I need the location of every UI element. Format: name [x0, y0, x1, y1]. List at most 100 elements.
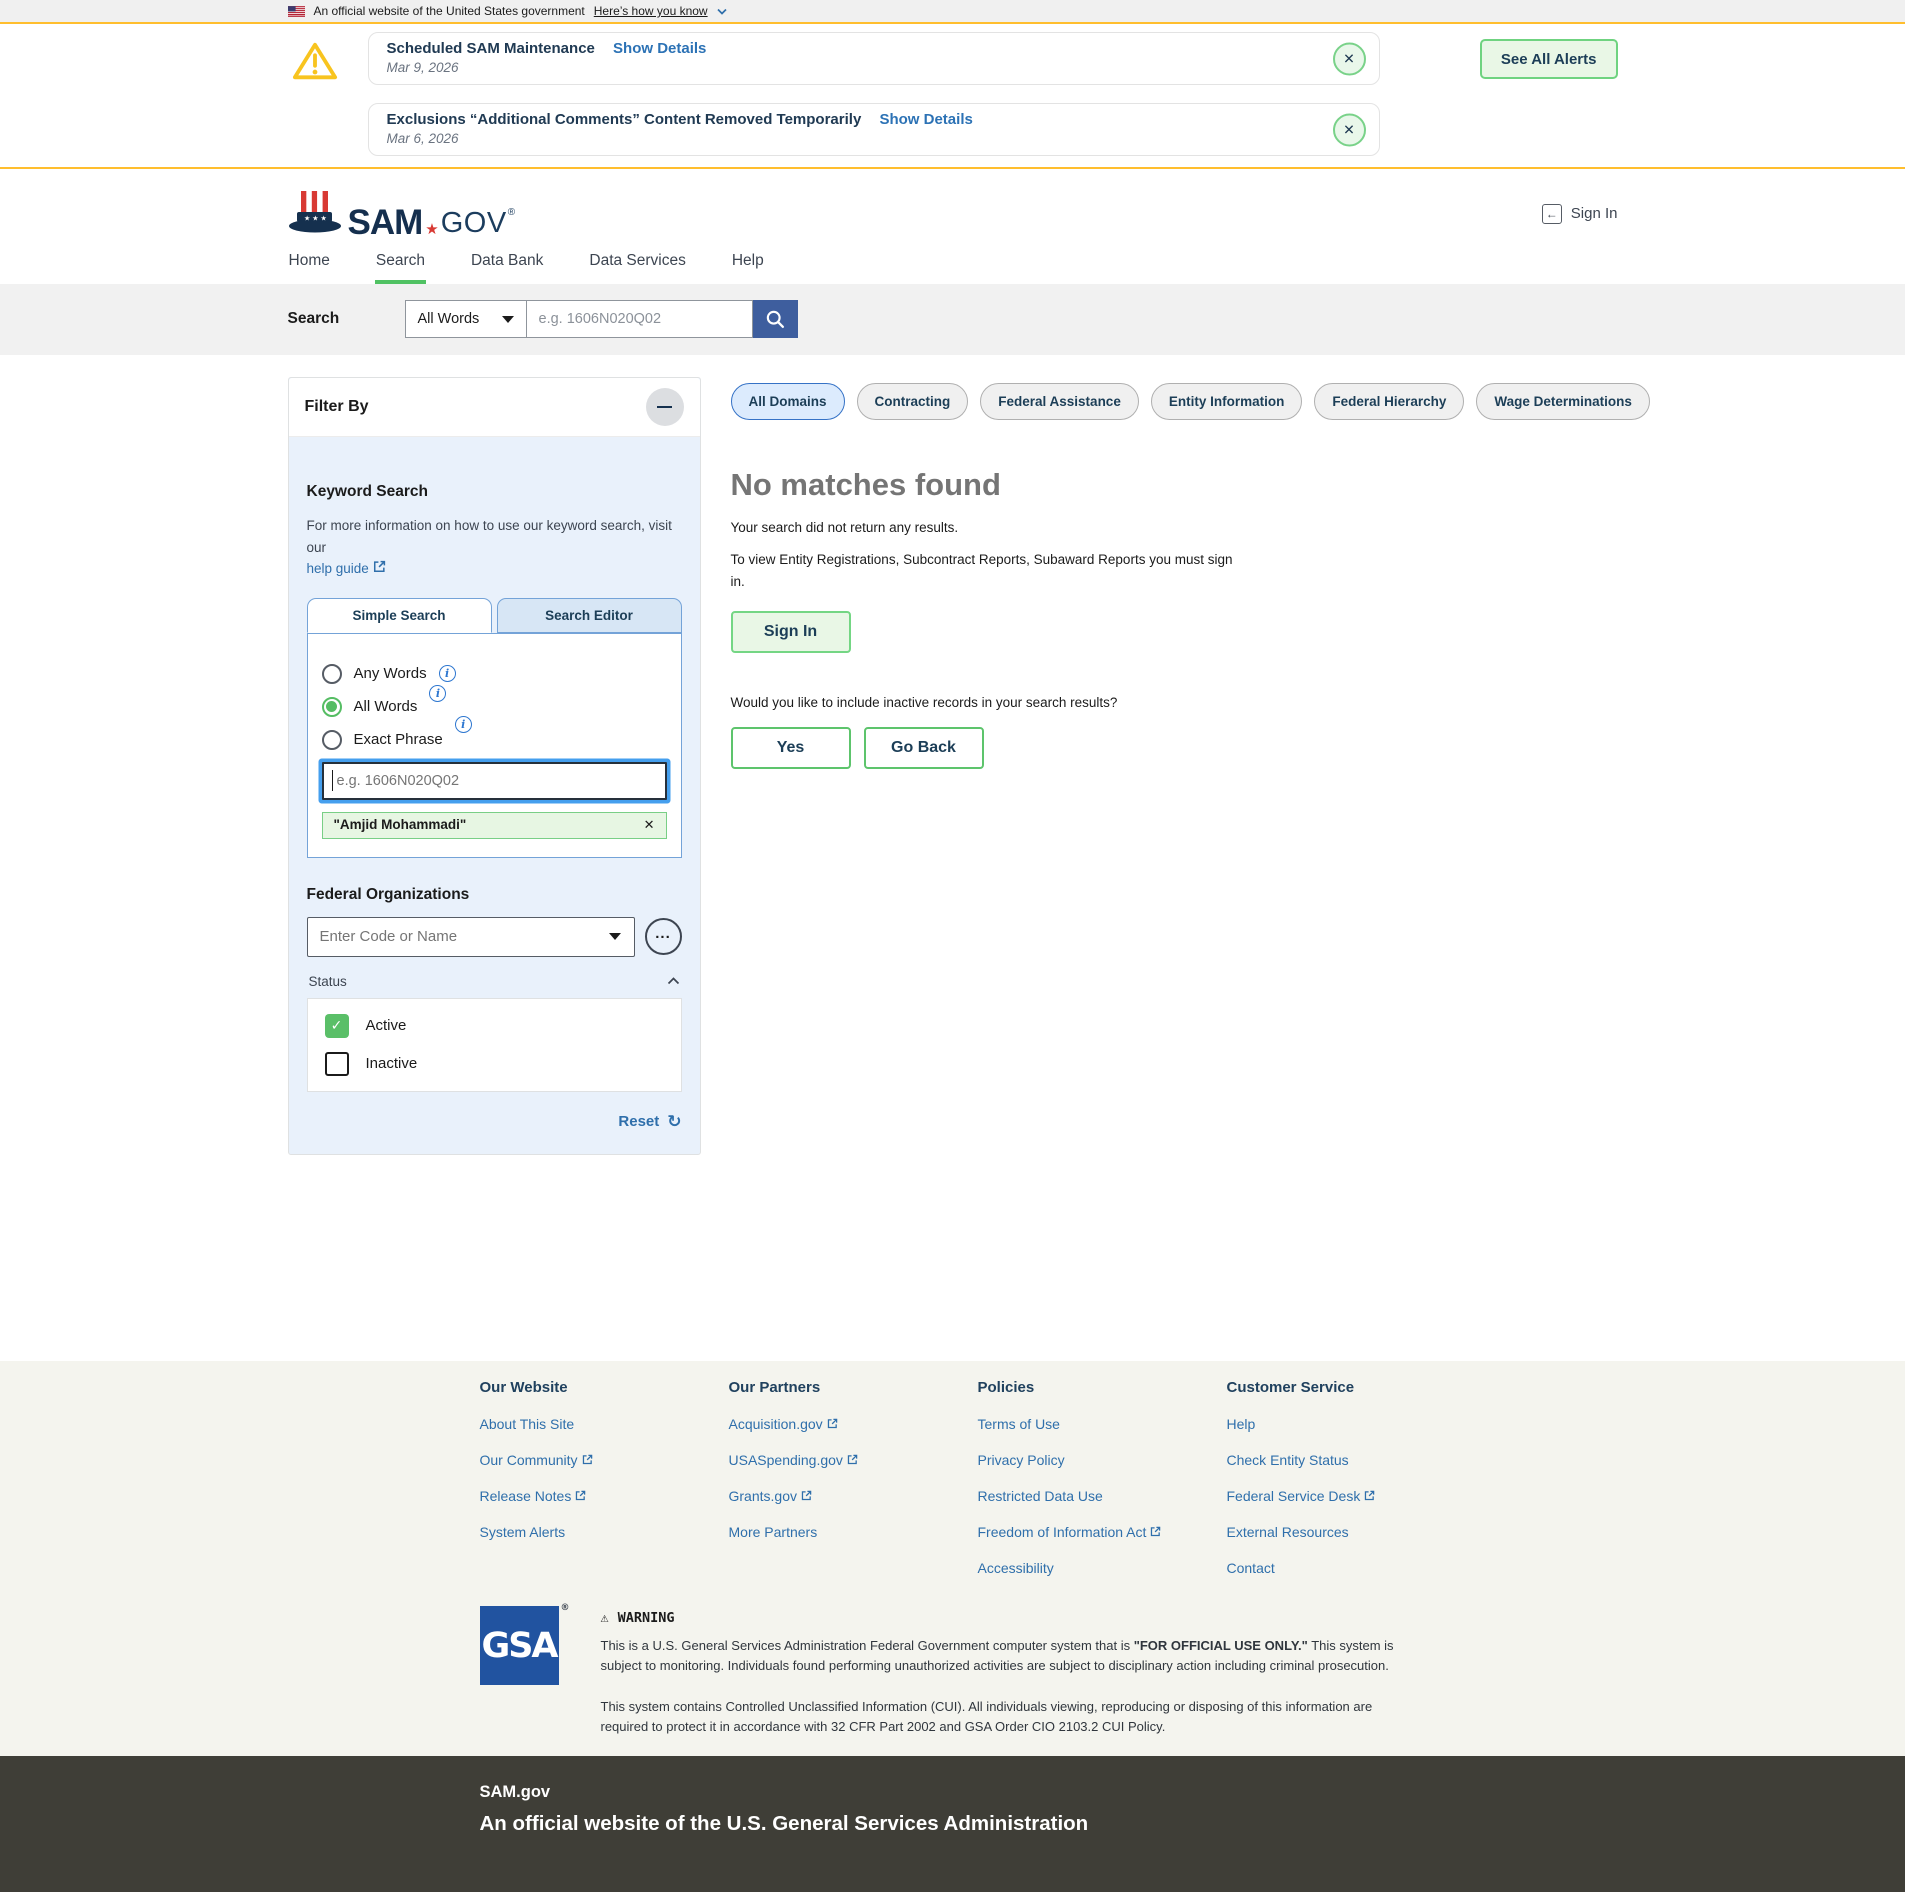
- footer-link-privacy-policy[interactable]: Privacy Policy: [978, 1452, 1227, 1468]
- go-back-button[interactable]: Go Back: [864, 727, 984, 769]
- footer-link-grants-gov[interactable]: Grants.gov: [729, 1488, 978, 1504]
- footer-link-acquisition-gov[interactable]: Acquisition.gov: [729, 1416, 978, 1432]
- global-search-input[interactable]: [527, 300, 753, 338]
- header-sign-in-link[interactable]: ← Sign In: [1542, 204, 1618, 224]
- footer-link-help[interactable]: Help: [1227, 1416, 1487, 1432]
- see-all-alerts-button[interactable]: See All Alerts: [1480, 39, 1618, 79]
- footer-link-label: More Partners: [729, 1524, 818, 1540]
- search-strip: Search All Words: [0, 284, 1905, 355]
- nav-item-data-bank[interactable]: Data Bank: [470, 246, 544, 284]
- footer-link-federal-service-desk[interactable]: Federal Service Desk: [1227, 1488, 1487, 1504]
- keyword-search-heading: Keyword Search: [307, 483, 682, 501]
- footer-column-customer-service: Customer Service Help Check Entity Statu…: [1227, 1371, 1487, 1576]
- footer-link-about-this-site[interactable]: About This Site: [480, 1416, 729, 1432]
- search-mode-select[interactable]: All Words: [405, 300, 527, 338]
- domain-tab-all-domains[interactable]: All Domains: [731, 383, 845, 420]
- sam-gov-logo[interactable]: ★ ★ ★ SAM ★ GOV ®: [288, 189, 516, 238]
- collapse-filters-button[interactable]: [646, 388, 684, 426]
- radio-exact-phrase[interactable]: [322, 730, 342, 750]
- status-option-active[interactable]: ✓ Active: [325, 1014, 664, 1038]
- filter-panel: Filter By Keyword Search For more inform…: [288, 377, 701, 1155]
- tab-search-editor[interactable]: Search Editor: [497, 598, 682, 633]
- footer-link-check-entity-status[interactable]: Check Entity Status: [1227, 1452, 1487, 1468]
- footer-link-label: Contact: [1227, 1560, 1275, 1576]
- external-link-icon: [575, 1490, 586, 1501]
- chevron-down-icon[interactable]: [717, 8, 727, 15]
- main-nav: Home Search Data Bank Data Services Help: [0, 246, 1905, 284]
- footer-link-foia[interactable]: Freedom of Information Act: [978, 1524, 1227, 1540]
- footer-link-label: Release Notes: [480, 1488, 572, 1504]
- footer-link-label: Check Entity Status: [1227, 1452, 1349, 1468]
- no-matches-title: No matches found: [731, 467, 1650, 503]
- nav-item-home[interactable]: Home: [288, 246, 331, 284]
- footer-column-policies: Policies Terms of Use Privacy Policy Res…: [978, 1371, 1227, 1576]
- nav-item-data-services[interactable]: Data Services: [588, 246, 686, 284]
- uncle-sam-hat-icon: ★ ★ ★: [288, 189, 342, 238]
- warning-text: This is a U.S. General Services Administ…: [601, 1638, 1134, 1653]
- domain-tabs: All Domains Contracting Federal Assistan…: [731, 383, 1650, 420]
- warning-icon: ⚠: [601, 1610, 609, 1626]
- search-strip-label: Search: [288, 310, 405, 328]
- footer-link-label: About This Site: [480, 1416, 575, 1432]
- yes-button[interactable]: Yes: [731, 727, 851, 769]
- chevron-up-icon[interactable]: [667, 977, 680, 985]
- tab-simple-search[interactable]: Simple Search: [307, 598, 492, 633]
- footer-link-label: Privacy Policy: [978, 1452, 1065, 1468]
- logo-text-sam: SAM: [348, 207, 423, 239]
- sign-in-button[interactable]: Sign In: [731, 611, 851, 653]
- footer-link-system-alerts[interactable]: System Alerts: [480, 1524, 729, 1540]
- caret-down-icon: [502, 316, 514, 323]
- site-footer: Our Website About This Site Our Communit…: [0, 1361, 1905, 1756]
- federal-org-input[interactable]: [307, 917, 635, 957]
- keyword-search-input[interactable]: [322, 762, 667, 800]
- more-options-button[interactable]: ...: [645, 918, 682, 955]
- domain-tab-federal-assistance[interactable]: Federal Assistance: [980, 383, 1139, 420]
- footer-link-our-community[interactable]: Our Community: [480, 1452, 729, 1468]
- keyword-chip-label: "Amjid Mohammadi": [334, 817, 467, 832]
- help-guide-link[interactable]: help guide: [307, 561, 386, 576]
- footer-link-label: Terms of Use: [978, 1416, 1060, 1432]
- domain-tab-federal-hierarchy[interactable]: Federal Hierarchy: [1314, 383, 1464, 420]
- checkbox-checked-icon[interactable]: ✓: [325, 1014, 349, 1038]
- reset-filters-link[interactable]: Reset: [618, 1113, 659, 1130]
- logo-star-icon: ★: [425, 222, 438, 237]
- how-you-know-link[interactable]: Here’s how you know: [594, 4, 708, 18]
- checkbox-unchecked-icon[interactable]: [325, 1052, 349, 1076]
- warning-text-bold: "FOR OFFICIAL USE ONLY.": [1134, 1638, 1308, 1653]
- footer-link-restricted-data-use[interactable]: Restricted Data Use: [978, 1488, 1227, 1504]
- close-alert-button[interactable]: ✕: [1333, 42, 1366, 75]
- search-button[interactable]: [753, 300, 798, 338]
- radio-all-words[interactable]: [322, 697, 342, 717]
- footer-link-terms-of-use[interactable]: Terms of Use: [978, 1416, 1227, 1432]
- bottom-bar-subtitle: An official website of the U.S. General …: [480, 1812, 1618, 1836]
- alert-card-maintenance: Scheduled SAM Maintenance Show Details M…: [368, 32, 1380, 85]
- footer-link-external-resources[interactable]: External Resources: [1227, 1524, 1487, 1540]
- minus-icon: [657, 406, 672, 409]
- external-link-icon: [847, 1454, 858, 1465]
- footer-link-accessibility[interactable]: Accessibility: [978, 1560, 1227, 1576]
- status-option-inactive[interactable]: Inactive: [325, 1052, 664, 1076]
- show-details-link[interactable]: Show Details: [613, 40, 706, 57]
- info-icon[interactable]: i: [429, 685, 446, 702]
- footer-link-usaspending-gov[interactable]: USASpending.gov: [729, 1452, 978, 1468]
- domain-tab-entity-information[interactable]: Entity Information: [1151, 383, 1303, 420]
- magnifier-icon: [765, 309, 786, 330]
- reset-icon[interactable]: ↻: [667, 1112, 681, 1132]
- svg-text:★ ★ ★: ★ ★ ★: [304, 215, 327, 223]
- footer-link-more-partners[interactable]: More Partners: [729, 1524, 978, 1540]
- info-icon[interactable]: i: [439, 665, 456, 682]
- nav-item-search[interactable]: Search: [375, 246, 426, 284]
- domain-tab-contracting[interactable]: Contracting: [857, 383, 969, 420]
- radio-any-words[interactable]: [322, 664, 342, 684]
- domain-tab-wage-determinations[interactable]: Wage Determinations: [1476, 383, 1650, 420]
- close-alert-button[interactable]: ✕: [1333, 113, 1366, 146]
- nav-item-help[interactable]: Help: [731, 246, 765, 284]
- footer-link-release-notes[interactable]: Release Notes: [480, 1488, 729, 1504]
- info-icon[interactable]: i: [455, 716, 472, 733]
- footer-link-contact[interactable]: Contact: [1227, 1560, 1487, 1576]
- gsa-registered-mark: ®: [561, 1603, 568, 1613]
- remove-chip-icon[interactable]: ✕: [644, 817, 655, 833]
- footer-heading: Our Partners: [729, 1379, 978, 1396]
- external-link-icon: [582, 1454, 593, 1465]
- show-details-link[interactable]: Show Details: [879, 111, 972, 128]
